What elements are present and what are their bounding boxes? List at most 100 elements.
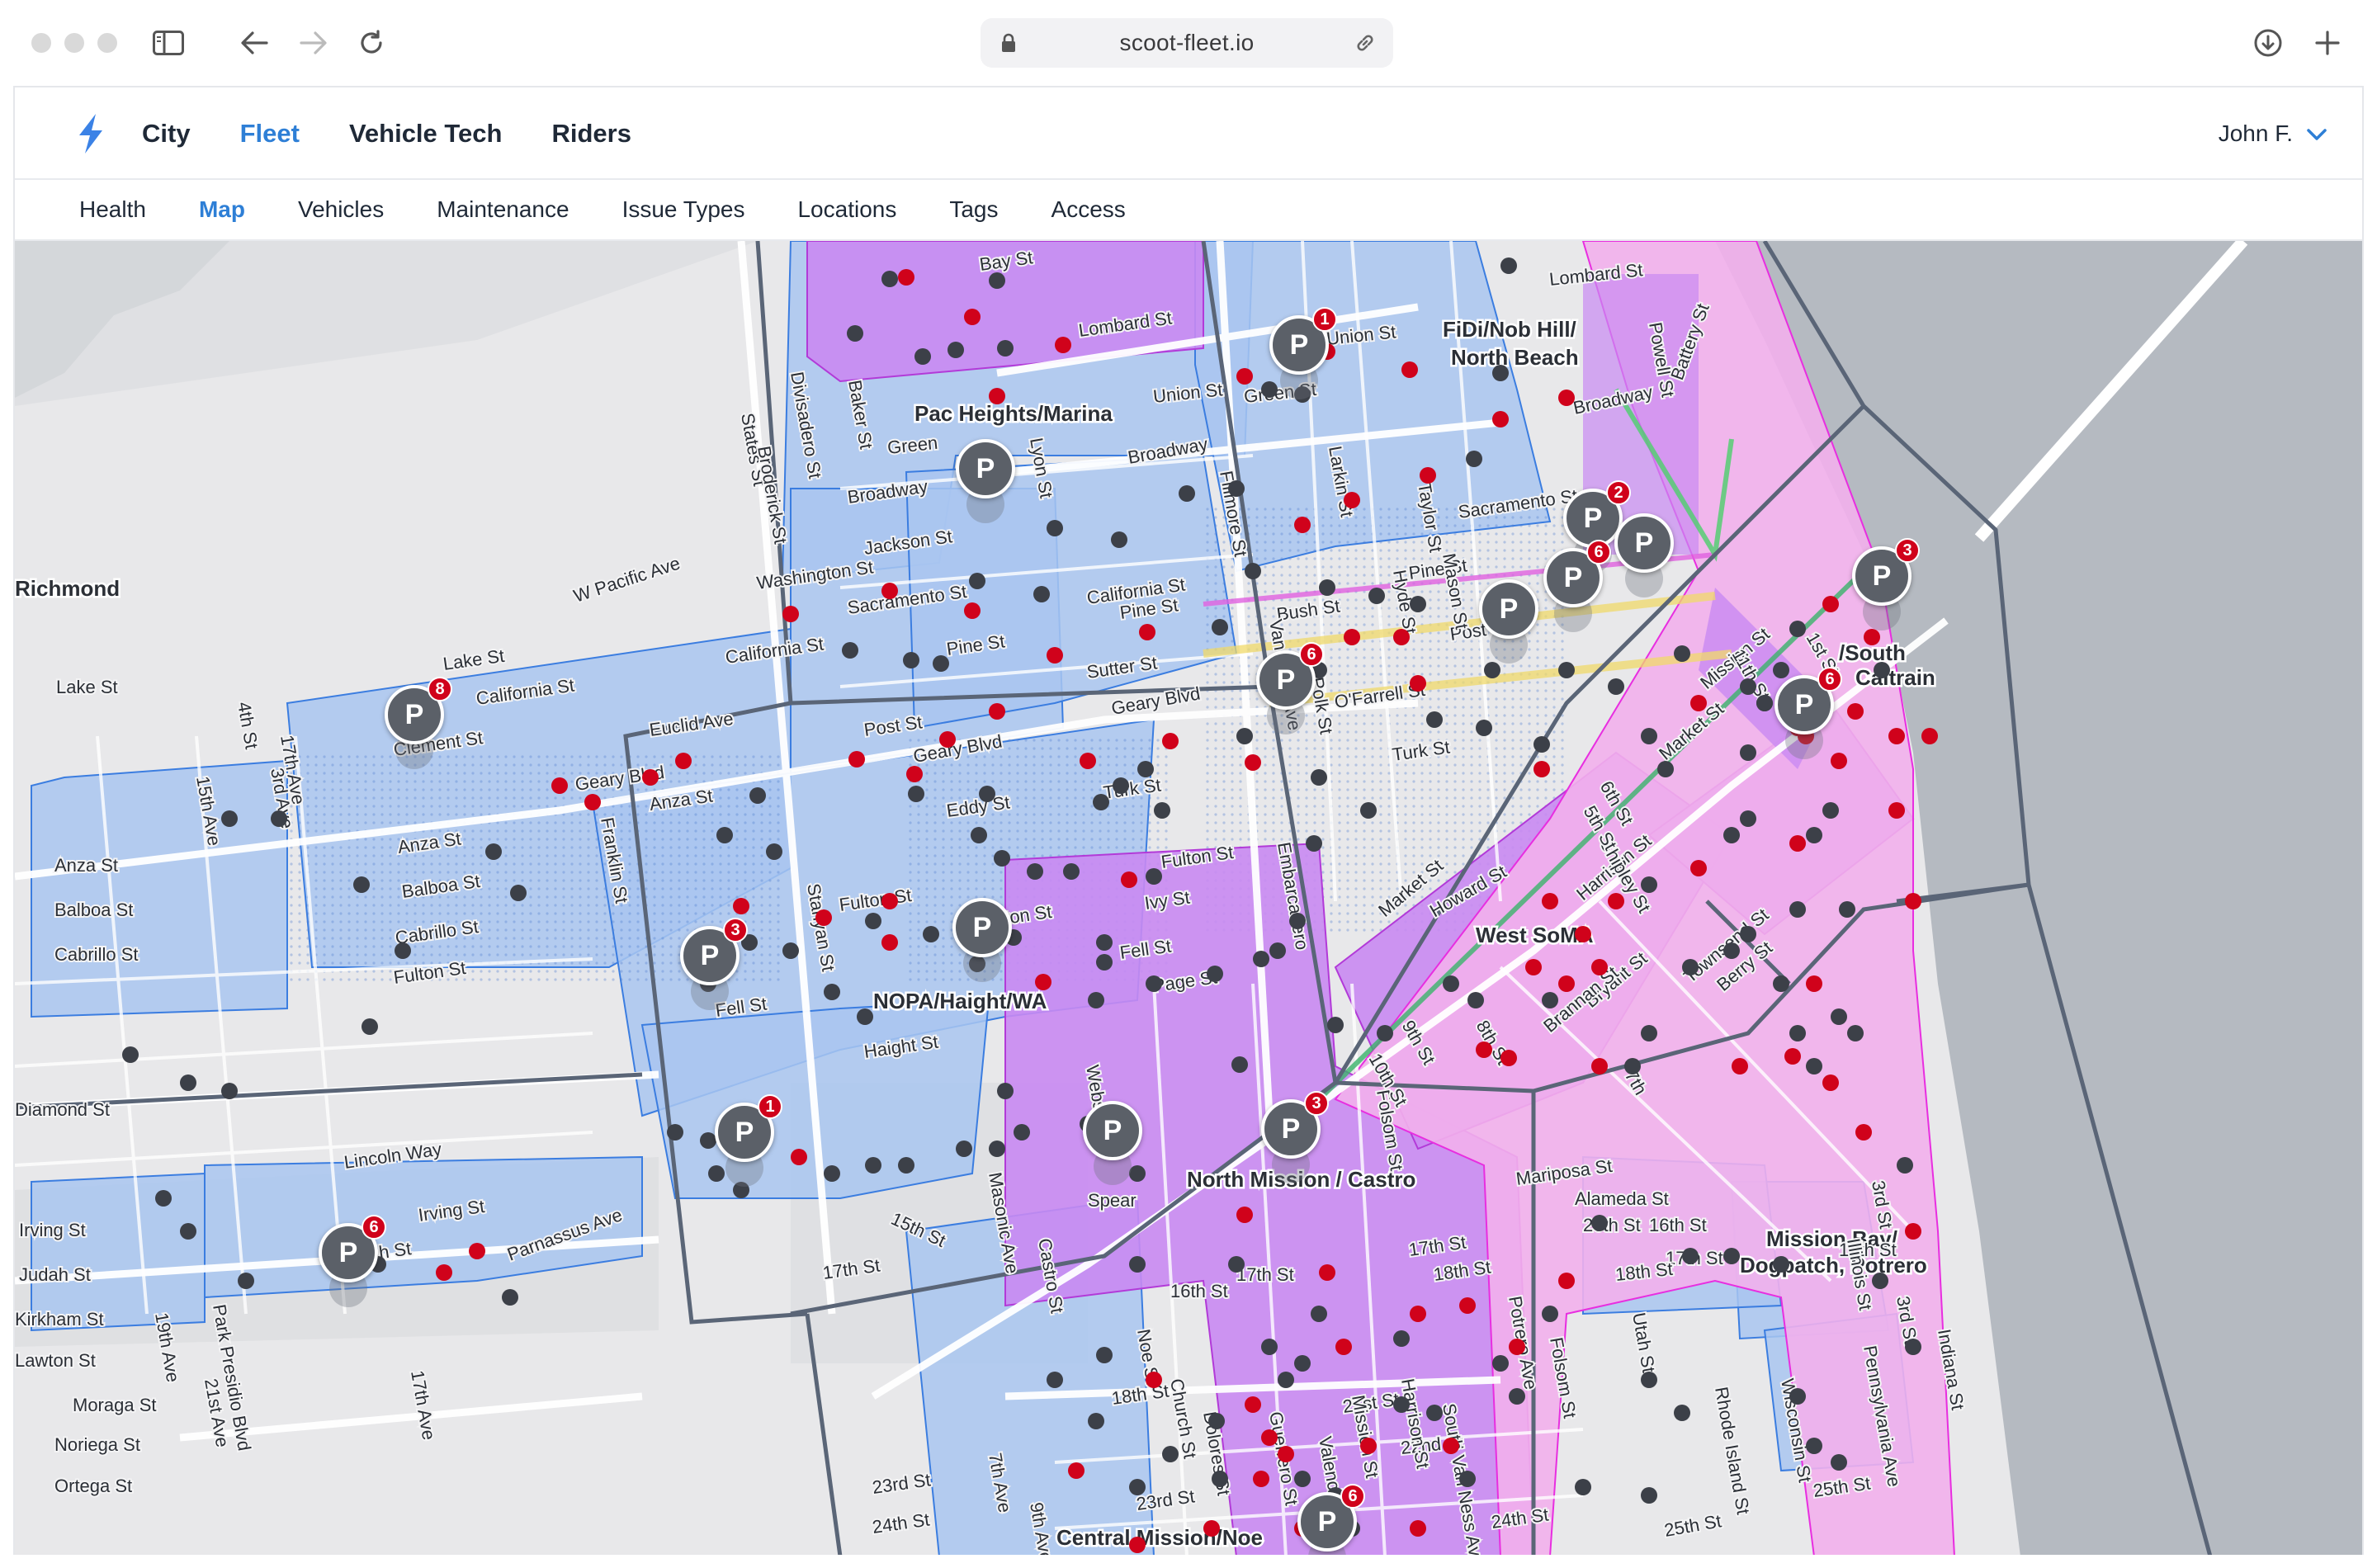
vehicle-marker[interactable] [1228, 1256, 1245, 1273]
vehicle-marker-alert[interactable] [1278, 1446, 1294, 1462]
vehicle-marker-alert[interactable] [1335, 1339, 1352, 1355]
vehicle-marker-alert[interactable] [1129, 1537, 1146, 1553]
vehicle-marker[interactable] [502, 1289, 518, 1306]
vehicle-marker[interactable] [979, 786, 995, 802]
parking-hub-pin[interactable]: P [1614, 513, 1674, 573]
vehicle-marker-alert[interactable] [1245, 1396, 1261, 1413]
vehicle-marker[interactable] [908, 786, 924, 802]
parking-hub-pin[interactable]: P3 [1852, 538, 1920, 606]
vehicle-marker-alert[interactable] [1888, 802, 1905, 819]
vehicle-marker-alert[interactable] [1360, 1438, 1377, 1454]
parking-hub-pin[interactable]: P6 [319, 1215, 386, 1282]
vehicle-marker[interactable] [865, 1157, 881, 1174]
tab-map[interactable]: Map [199, 196, 245, 223]
reload-icon[interactable] [353, 25, 390, 61]
vehicle-marker[interactable] [881, 271, 898, 287]
vehicle-marker[interactable] [898, 1157, 914, 1174]
vehicle-marker[interactable] [1682, 959, 1699, 975]
forward-arrow-icon[interactable] [295, 25, 332, 61]
vehicle-marker[interactable] [1624, 1058, 1641, 1074]
vehicle-marker[interactable] [1047, 1372, 1063, 1388]
vehicle-marker-alert[interactable] [1121, 871, 1137, 888]
vehicle-marker[interactable] [1096, 1347, 1113, 1363]
window-minimize-button[interactable] [64, 33, 84, 53]
tab-maintenance[interactable]: Maintenance [437, 196, 569, 223]
nav-city[interactable]: City [142, 119, 191, 149]
vehicle-marker-alert[interactable] [1784, 1048, 1801, 1065]
vehicle-marker[interactable] [857, 1008, 873, 1025]
vehicle-marker[interactable] [1773, 1256, 1789, 1273]
vehicle-marker[interactable] [1641, 1025, 1657, 1041]
vehicle-marker[interactable] [1839, 901, 1855, 918]
vehicle-marker[interactable] [842, 642, 858, 659]
vehicle-marker[interactable] [1789, 621, 1806, 637]
parking-hub-pin[interactable]: P6 [1774, 667, 1842, 734]
vehicle-marker-alert[interactable] [1420, 467, 1436, 484]
vehicle-marker-alert[interactable] [939, 731, 956, 748]
parking-hub-pin[interactable]: P [1083, 1101, 1142, 1160]
vehicle-marker-alert[interactable] [1236, 368, 1253, 385]
vehicle-marker[interactable] [1278, 1372, 1294, 1388]
nav-vehicle-tech[interactable]: Vehicle Tech [349, 119, 503, 149]
vehicle-marker-alert[interactable] [1344, 492, 1360, 508]
vehicle-marker[interactable] [1657, 761, 1674, 777]
vehicle-marker[interactable] [1806, 1438, 1822, 1454]
vehicle-marker[interactable] [1756, 695, 1773, 711]
vehicle-marker[interactable] [1162, 1446, 1179, 1462]
vehicle-marker-alert[interactable] [1921, 728, 1938, 744]
vehicle-marker[interactable] [969, 573, 985, 589]
vehicle-marker[interactable] [716, 827, 733, 843]
vehicle-marker-alert[interactable] [989, 703, 1005, 720]
vehicle-marker[interactable] [180, 1223, 196, 1240]
vehicle-marker[interactable] [221, 810, 238, 827]
vehicle-marker[interactable] [1542, 992, 1558, 1008]
vehicle-marker[interactable] [824, 1165, 840, 1182]
vehicle-marker[interactable] [1111, 531, 1127, 548]
vehicle-marker-alert[interactable] [1162, 733, 1179, 749]
vehicle-marker-alert[interactable] [1035, 974, 1051, 990]
vehicle-marker[interactable] [947, 342, 964, 358]
vehicle-marker-alert[interactable] [675, 753, 692, 769]
vehicle-marker[interactable] [782, 942, 799, 959]
vehicle-marker-alert[interactable] [898, 269, 914, 286]
vehicle-marker[interactable] [989, 1141, 1005, 1157]
vehicle-marker-alert[interactable] [436, 1264, 452, 1281]
vehicle-marker-alert[interactable] [1410, 675, 1426, 692]
vehicle-marker[interactable] [1789, 901, 1806, 918]
vehicle-marker[interactable] [1874, 662, 1890, 678]
vehicle-marker-alert[interactable] [1525, 959, 1542, 975]
window-close-button[interactable] [31, 33, 51, 53]
vehicle-marker[interactable] [1154, 802, 1170, 819]
vehicle-marker[interactable] [1575, 1479, 1591, 1495]
new-tab-icon[interactable] [2309, 25, 2346, 61]
window-zoom-button[interactable] [97, 33, 117, 53]
nav-fleet[interactable]: Fleet [240, 119, 300, 149]
vehicle-marker-alert[interactable] [1476, 1041, 1492, 1058]
vehicle-marker[interactable] [1740, 926, 1756, 942]
vehicle-marker[interactable] [1146, 975, 1162, 992]
vehicle-marker[interactable] [1088, 992, 1104, 1008]
user-menu[interactable]: John F. [2219, 87, 2327, 180]
lightning-logo-icon[interactable] [74, 112, 107, 155]
vehicle-marker-alert[interactable] [1822, 1074, 1839, 1091]
vehicle-marker[interactable] [1426, 1405, 1443, 1421]
vehicle-marker[interactable] [1443, 975, 1459, 992]
parking-hub-pin[interactable]: P3 [680, 918, 748, 985]
vehicle-marker[interactable] [994, 850, 1010, 867]
vehicle-marker-alert[interactable] [848, 751, 865, 767]
vehicle-marker[interactable] [1641, 1372, 1657, 1388]
vehicle-marker-alert[interactable] [1542, 893, 1558, 909]
vehicle-marker[interactable] [1682, 1248, 1699, 1264]
vehicle-marker-alert[interactable] [1591, 1058, 1608, 1074]
vehicle-marker[interactable] [700, 1132, 716, 1149]
vehicle-marker[interactable] [510, 885, 527, 901]
vehicle-marker-alert[interactable] [1203, 1520, 1220, 1537]
vehicle-marker[interactable] [1231, 1056, 1248, 1073]
vehicle-marker[interactable] [1674, 645, 1690, 662]
vehicle-marker[interactable] [1542, 1306, 1558, 1322]
vehicle-marker-alert[interactable] [1855, 1124, 1872, 1141]
vehicle-marker-alert[interactable] [1047, 647, 1063, 664]
vehicle-marker-alert[interactable] [881, 934, 898, 951]
vehicle-marker-alert[interactable] [1080, 753, 1096, 769]
parking-hub-pin[interactable]: P6 [1256, 642, 1324, 710]
